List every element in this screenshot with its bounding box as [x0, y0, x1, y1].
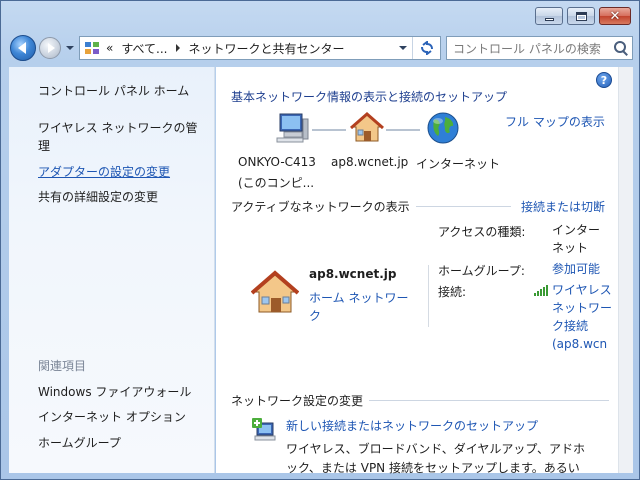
related-header: 関連項目	[38, 359, 87, 373]
computer-icon[interactable]	[274, 111, 310, 145]
search-box[interactable]: コントロール パネルの検索	[446, 36, 633, 60]
question-mark-icon: ?	[600, 73, 608, 87]
close-button[interactable]: ✕	[599, 7, 631, 25]
recent-pages-button[interactable]	[65, 43, 75, 53]
sidebar-item-manage-wireless-cont[interactable]: 理	[38, 137, 50, 155]
breadcrumb-separator-icon[interactable]	[176, 44, 181, 52]
related-item-internet-options[interactable]: インターネット オプション	[38, 408, 186, 426]
network-name-label: ap8.wcnet.jp	[331, 155, 409, 169]
back-button[interactable]	[10, 35, 36, 61]
active-networks-header: アクティブなネットワークの表示	[231, 200, 410, 214]
related-item-homegroup[interactable]: ホームグループ	[38, 434, 121, 452]
setup-new-connection-desc: ワイヤレス、ブロードバンド、ダイヤルアップ、アドホック、または VPN 接続をセ…	[286, 442, 586, 475]
task-pane: コントロール パネル ホーム ワイヤレス ネットワークの管 理 アダプターの設定…	[9, 67, 215, 473]
chevron-down-icon	[399, 46, 407, 50]
properties-divider	[428, 265, 429, 327]
connection-line	[312, 129, 346, 131]
homegroup-link[interactable]: 参加可能	[552, 260, 612, 278]
wireless-connection-link[interactable]: ワイヤレス ネットワーク接続 (ap8.wcn	[552, 281, 612, 353]
chevron-down-icon	[66, 46, 74, 50]
control-panel-icon	[84, 40, 100, 56]
close-icon: ✕	[609, 8, 621, 24]
navigation-bar: « すべて... ネットワークと共有センター コントロール パネルの検索	[1, 31, 639, 65]
refresh-button[interactable]	[412, 37, 440, 59]
active-network-type-link[interactable]: ホーム ネットワーク	[309, 289, 415, 325]
new-connection-icon[interactable]	[251, 417, 277, 443]
connection-line	[386, 129, 420, 131]
vertical-scrollbar[interactable]	[618, 67, 633, 473]
forward-button[interactable]	[39, 37, 61, 59]
back-arrow-icon	[18, 42, 26, 54]
internet-label: インターネット	[416, 157, 501, 171]
computer-name: ONKYO-C413	[238, 155, 316, 169]
access-type-label: アクセスの種類:	[438, 225, 526, 239]
main-content: ? 基本ネットワーク情報の表示と接続のセットアップ フル マップの表示 ONKY…	[216, 67, 632, 475]
section-divider	[416, 206, 511, 207]
title-bar[interactable]: ✕	[1, 1, 639, 31]
maximize-button[interactable]	[567, 7, 595, 25]
address-overflow[interactable]: «	[106, 41, 113, 55]
search-input[interactable]: コントロール パネルの検索	[447, 40, 610, 57]
related-item-firewall[interactable]: Windows ファイアウォール	[38, 383, 191, 401]
maximize-icon	[575, 11, 587, 21]
active-network-name: ap8.wcnet.jp	[309, 267, 397, 281]
wireless-signal-icon	[534, 284, 548, 296]
sidebar-item-adapter-settings[interactable]: アダプターの設定の変更	[38, 163, 170, 181]
forward-arrow-icon	[47, 43, 55, 53]
sidebar-item-control-panel-home[interactable]: コントロール パネル ホーム	[38, 82, 189, 100]
connect-disconnect-link[interactable]: 接続または切断	[521, 198, 605, 215]
home-network-icon	[250, 270, 300, 316]
page-title: 基本ネットワーク情報の表示と接続のセットアップ	[231, 90, 508, 104]
breadcrumb-network-center[interactable]: ネットワークと共有センター	[188, 40, 344, 57]
full-map-link[interactable]: フル マップの表示	[505, 113, 605, 130]
network-sharing-center-window: ✕ « すべて... ネットワークと共有センター コントロール パネルの検索 コ…	[0, 0, 640, 480]
minimize-button[interactable]	[535, 7, 563, 25]
search-icon[interactable]	[610, 37, 632, 59]
access-type-value: インターネット	[552, 223, 601, 255]
section-divider	[369, 400, 609, 401]
homegroup-label: ホームグループ:	[438, 264, 525, 278]
sidebar-item-advanced-sharing[interactable]: 共有の詳細設定の変更	[38, 188, 158, 206]
computer-sub-label: (このコンピ...	[238, 176, 315, 190]
minimize-icon	[544, 17, 554, 21]
refresh-icon	[420, 41, 433, 55]
sidebar-item-manage-wireless[interactable]: ワイヤレス ネットワークの管	[38, 119, 197, 137]
home-network-icon[interactable]	[350, 111, 384, 145]
setup-new-connection-link[interactable]: 新しい接続またはネットワークのセットアップ	[286, 417, 538, 434]
address-bar[interactable]: « すべて... ネットワークと共有センター	[79, 36, 441, 60]
address-dropdown-button[interactable]	[394, 37, 412, 59]
change-settings-header: ネットワーク設定の変更	[231, 394, 364, 408]
globe-icon[interactable]	[426, 111, 460, 145]
breadcrumb-all-items[interactable]: すべて...	[121, 40, 167, 57]
connections-label: 接続:	[438, 285, 467, 299]
help-button[interactable]: ?	[596, 72, 612, 88]
